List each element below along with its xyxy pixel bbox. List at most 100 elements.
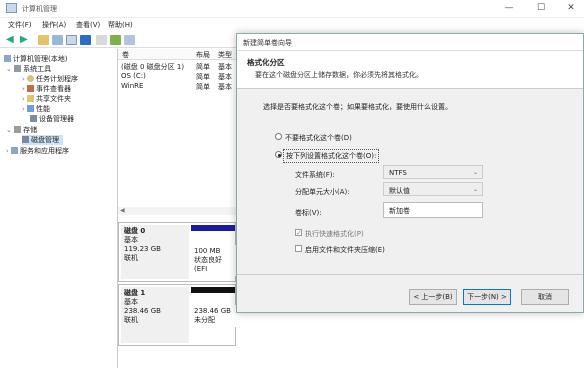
column-volume[interactable]: 卷 [122, 50, 129, 60]
horizontal-scrollbar[interactable]: ◀ [118, 207, 236, 215]
radio-format[interactable] [275, 151, 282, 158]
divider [237, 274, 583, 275]
disk-1-status: 联机 [124, 316, 138, 324]
properties-icon[interactable] [66, 35, 77, 45]
disk-0-label: 磁盘 0 基本 119.23 GB 联机 [121, 225, 189, 279]
disk-0-partition-status: 状态良好 (EFI [194, 256, 222, 273]
menu-view[interactable]: 查看(V) [76, 20, 100, 30]
volume-list-header: 卷 布局 类型 [118, 49, 236, 60]
minimize-button[interactable]: — [500, 2, 518, 14]
computer-management-icon [6, 3, 17, 13]
file-system-label: 文件系统(F): [295, 171, 335, 179]
disk-1-unallocated-bar [191, 287, 235, 293]
forward-arrow-icon[interactable]: ▶ [20, 35, 31, 45]
folder-up-icon[interactable] [38, 35, 49, 45]
disk-1-kind: 基本 [124, 298, 138, 306]
column-layout[interactable]: 布局 [196, 50, 210, 60]
menu-file[interactable]: 文件(F) [8, 20, 32, 30]
cancel-button[interactable]: 取消 [521, 289, 569, 305]
window-title: 计算机管理 [22, 5, 57, 13]
volume-label-label: 卷标(V): [295, 209, 322, 217]
wizard-prompt: 选择是否要格式化这个卷；如果要格式化，要使用什么设置。 [263, 103, 452, 111]
help-icon[interactable] [80, 35, 91, 45]
close-button[interactable]: ✕ [562, 2, 580, 14]
quick-format-checkbox[interactable]: ✓ [295, 229, 302, 237]
table-row[interactable]: OS (C:) 简单 基本 [118, 72, 236, 81]
tree-item-storage[interactable]: ⌄ 存储 [6, 125, 37, 135]
back-button[interactable]: < 上一步(B) [409, 289, 457, 305]
menu-help[interactable]: 帮助(H) [108, 20, 133, 30]
file-system-value: NTFS [389, 169, 407, 177]
allocation-unit-label: 分配单元大小(A): [295, 188, 350, 196]
tree-item-computer-management[interactable]: 计算机管理(本地) [4, 54, 67, 64]
disk-1-partition-size: 238.46 GB [194, 307, 231, 315]
menu-action[interactable]: 操作(A) [42, 20, 66, 30]
wizard-title-bar: 新建简单卷向导 [237, 34, 583, 51]
event-icon [27, 85, 35, 92]
disk-0-row[interactable]: 磁盘 0 基本 119.23 GB 联机 100 MB 状态良好 (EFI [118, 222, 239, 282]
file-system-dropdown[interactable]: NTFS ⌄ [383, 165, 483, 179]
next-button[interactable]: 下一步(N) > [463, 289, 511, 305]
allocation-unit-dropdown[interactable]: 默认值 ⌄ [383, 182, 483, 196]
clock-icon [27, 75, 35, 82]
menu-bar: 文件(F) 操作(A) 查看(V) 帮助(H) [0, 18, 584, 32]
performance-icon [27, 105, 35, 112]
wizard-header: 格式化分区 要在这个磁盘分区上储存数据，你必须先将其格式化。 [237, 51, 583, 89]
tools-icon [14, 65, 22, 72]
disk-0-partition-size: 100 MB [194, 247, 221, 255]
disk-1-partition-status: 未分配 [194, 316, 215, 324]
volume-label-input[interactable]: 新加卷 [383, 202, 483, 218]
tree-item-event-viewer[interactable]: › 事件查看器 [22, 84, 71, 94]
disk-1-size: 238.46 GB [124, 307, 161, 315]
computer-icon [4, 55, 11, 62]
disk-0-size: 119.23 GB [124, 245, 161, 253]
table-row[interactable]: WinRE 简单 基本 [118, 82, 236, 91]
disk-0-status: 联机 [124, 254, 138, 262]
check-icon[interactable] [110, 35, 121, 45]
connect-icon[interactable] [96, 35, 107, 45]
show-hide-tree-icon[interactable] [52, 35, 63, 45]
chevron-down-icon: ⌄ [472, 186, 478, 193]
maximize-button[interactable]: ☐ [532, 2, 550, 14]
table-row[interactable]: (磁盘 0 磁盘分区 1) 简单 基本 [118, 62, 236, 71]
compression-label[interactable]: 启用文件和文件夹压缩(E) [305, 245, 385, 255]
volume-label-value: 新加卷 [389, 207, 410, 215]
wizard-title: 新建简单卷向导 [243, 39, 292, 47]
disk-1-label: 磁盘 1 基本 238.46 GB 联机 [121, 287, 189, 343]
disk-1-name: 磁盘 1 [124, 289, 146, 297]
folder-icon [27, 95, 35, 102]
allocation-unit-value: 默认值 [389, 187, 410, 195]
storage-icon [14, 126, 22, 133]
disk-0-partition-bar [191, 225, 235, 231]
tree-item-device-manager[interactable]: 设备管理器 [30, 114, 74, 124]
wizard-subheading: 要在这个磁盘分区上储存数据，你必须先将其格式化。 [255, 71, 423, 79]
column-type[interactable]: 类型 [218, 50, 232, 60]
title-bar: 计算机管理 — ☐ ✕ [0, 0, 584, 18]
tree-item-system-tools[interactable]: ⌄ 系统工具 [6, 64, 51, 74]
device-icon [30, 115, 37, 122]
view-icon[interactable] [124, 35, 135, 45]
tree-item-services-apps[interactable]: › 服务和应用程序 [6, 146, 69, 156]
disk-0-partition[interactable]: 100 MB 状态良好 (EFI [191, 245, 239, 276]
tree-item-shared-folders[interactable]: › 共享文件夹 [22, 94, 71, 104]
quick-format-label[interactable]: 执行快速格式化(P) [305, 229, 364, 239]
chevron-down-icon: ⌄ [472, 169, 478, 176]
disk-icon [22, 136, 29, 143]
compression-checkbox[interactable] [295, 245, 302, 252]
disk-0-name: 磁盘 0 [124, 227, 146, 235]
navigation-tree: 计算机管理(本地) ⌄ 系统工具 › 任务计划程序 › 事件查看器 › 共享文件… [0, 49, 118, 368]
tree-item-task-scheduler[interactable]: › 任务计划程序 [22, 74, 78, 84]
wizard-heading: 格式化分区 [247, 58, 285, 67]
radio-no-format[interactable] [275, 133, 282, 140]
disk-1-row[interactable]: 磁盘 1 基本 238.46 GB 联机 238.46 GB 未分配 [118, 284, 239, 346]
disk-1-partition[interactable]: 238.46 GB 未分配 [191, 305, 239, 327]
scroll-left-icon[interactable]: ◀ [120, 207, 125, 214]
radio-format-label[interactable]: 按下列设置格式化这个卷(O): [283, 149, 380, 163]
tree-item-disk-management[interactable]: 磁盘管理 [22, 135, 63, 145]
new-simple-volume-wizard: 新建简单卷向导 格式化分区 要在这个磁盘分区上储存数据，你必须先将其格式化。 选… [236, 33, 584, 313]
disk-0-kind: 基本 [124, 236, 138, 244]
back-arrow-icon[interactable]: ◀ [6, 35, 17, 45]
services-icon [11, 147, 19, 154]
radio-no-format-label[interactable]: 不要格式化这个卷(D) [285, 133, 352, 143]
tree-item-performance[interactable]: › 性能 [22, 104, 50, 114]
